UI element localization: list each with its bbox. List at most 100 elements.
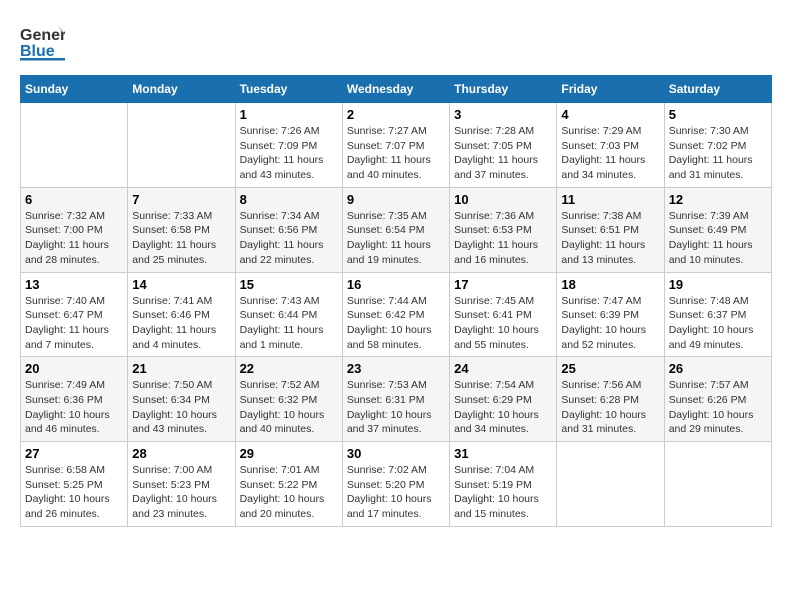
- day-number: 16: [347, 277, 445, 292]
- logo: General Blue: [20, 20, 65, 65]
- day-info: Sunrise: 7:35 AM Sunset: 6:54 PM Dayligh…: [347, 209, 445, 268]
- week-row-5: 27 Sunrise: 6:58 AM Sunset: 5:25 PM Dayli…: [21, 442, 772, 527]
- day-number: 6: [25, 192, 123, 207]
- day-number: 8: [240, 192, 338, 207]
- calendar-cell: 2 Sunrise: 7:27 AM Sunset: 7:07 PM Daylig…: [342, 103, 449, 188]
- calendar-cell: 25 Sunrise: 7:56 AM Sunset: 6:28 PM Dayli…: [557, 357, 664, 442]
- calendar-cell: 26 Sunrise: 7:57 AM Sunset: 6:26 PM Dayli…: [664, 357, 771, 442]
- day-info: Sunrise: 7:29 AM Sunset: 7:03 PM Dayligh…: [561, 124, 659, 183]
- day-number: 31: [454, 446, 552, 461]
- day-number: 23: [347, 361, 445, 376]
- day-info: Sunrise: 7:53 AM Sunset: 6:31 PM Dayligh…: [347, 378, 445, 437]
- day-info: Sunrise: 7:56 AM Sunset: 6:28 PM Dayligh…: [561, 378, 659, 437]
- day-number: 15: [240, 277, 338, 292]
- calendar-cell: 3 Sunrise: 7:28 AM Sunset: 7:05 PM Daylig…: [450, 103, 557, 188]
- day-info: Sunrise: 7:40 AM Sunset: 6:47 PM Dayligh…: [25, 294, 123, 353]
- calendar-cell: 29 Sunrise: 7:01 AM Sunset: 5:22 PM Dayli…: [235, 442, 342, 527]
- calendar-cell: 13 Sunrise: 7:40 AM Sunset: 6:47 PM Dayli…: [21, 272, 128, 357]
- day-info: Sunrise: 7:48 AM Sunset: 6:37 PM Dayligh…: [669, 294, 767, 353]
- weekday-header-friday: Friday: [557, 76, 664, 103]
- day-number: 29: [240, 446, 338, 461]
- calendar-cell: [21, 103, 128, 188]
- day-info: Sunrise: 7:01 AM Sunset: 5:22 PM Dayligh…: [240, 463, 338, 522]
- calendar-cell: 14 Sunrise: 7:41 AM Sunset: 6:46 PM Dayli…: [128, 272, 235, 357]
- page-header: General Blue: [20, 20, 772, 65]
- day-number: 30: [347, 446, 445, 461]
- calendar-cell: [128, 103, 235, 188]
- day-info: Sunrise: 7:32 AM Sunset: 7:00 PM Dayligh…: [25, 209, 123, 268]
- calendar-cell: 18 Sunrise: 7:47 AM Sunset: 6:39 PM Dayli…: [557, 272, 664, 357]
- day-number: 20: [25, 361, 123, 376]
- calendar-cell: 31 Sunrise: 7:04 AM Sunset: 5:19 PM Dayli…: [450, 442, 557, 527]
- calendar-cell: 12Sunrise: 7:39 AM Sunset: 6:49 PM Dayli…: [664, 187, 771, 272]
- calendar: SundayMondayTuesdayWednesdayThursdayFrid…: [20, 75, 772, 527]
- day-number: 12: [669, 192, 767, 207]
- day-number: 19: [669, 277, 767, 292]
- week-row-1: 1 Sunrise: 7:26 AM Sunset: 7:09 PM Daylig…: [21, 103, 772, 188]
- day-info: Sunrise: 7:27 AM Sunset: 7:07 PM Dayligh…: [347, 124, 445, 183]
- day-info: Sunrise: 7:47 AM Sunset: 6:39 PM Dayligh…: [561, 294, 659, 353]
- weekday-header-sunday: Sunday: [21, 76, 128, 103]
- day-info: Sunrise: 7:02 AM Sunset: 5:20 PM Dayligh…: [347, 463, 445, 522]
- day-info: Sunrise: 7:00 AM Sunset: 5:23 PM Dayligh…: [132, 463, 230, 522]
- day-number: 18: [561, 277, 659, 292]
- day-number: 26: [669, 361, 767, 376]
- day-info: Sunrise: 7:36 AM Sunset: 6:53 PM Dayligh…: [454, 209, 552, 268]
- day-info: Sunrise: 7:30 AM Sunset: 7:02 PM Dayligh…: [669, 124, 767, 183]
- day-number: 25: [561, 361, 659, 376]
- calendar-cell: 17Sunrise: 7:45 AM Sunset: 6:41 PM Dayli…: [450, 272, 557, 357]
- day-info: Sunrise: 7:49 AM Sunset: 6:36 PM Dayligh…: [25, 378, 123, 437]
- logo-icon: General Blue: [20, 20, 65, 65]
- day-number: 27: [25, 446, 123, 461]
- calendar-cell: 16 Sunrise: 7:44 AM Sunset: 6:42 PM Dayli…: [342, 272, 449, 357]
- calendar-cell: 24Sunrise: 7:54 AM Sunset: 6:29 PM Dayli…: [450, 357, 557, 442]
- day-info: Sunrise: 7:26 AM Sunset: 7:09 PM Dayligh…: [240, 124, 338, 183]
- calendar-cell: 28 Sunrise: 7:00 AM Sunset: 5:23 PM Dayli…: [128, 442, 235, 527]
- day-number: 7: [132, 192, 230, 207]
- weekday-header-tuesday: Tuesday: [235, 76, 342, 103]
- calendar-cell: [664, 442, 771, 527]
- day-number: 28: [132, 446, 230, 461]
- day-info: Sunrise: 7:28 AM Sunset: 7:05 PM Dayligh…: [454, 124, 552, 183]
- day-number: 14: [132, 277, 230, 292]
- day-info: Sunrise: 7:33 AM Sunset: 6:58 PM Dayligh…: [132, 209, 230, 268]
- day-number: 4: [561, 107, 659, 122]
- day-info: Sunrise: 7:38 AM Sunset: 6:51 PM Dayligh…: [561, 209, 659, 268]
- weekday-header-thursday: Thursday: [450, 76, 557, 103]
- day-number: 24: [454, 361, 552, 376]
- week-row-4: 20 Sunrise: 7:49 AM Sunset: 6:36 PM Dayli…: [21, 357, 772, 442]
- day-info: Sunrise: 7:57 AM Sunset: 6:26 PM Dayligh…: [669, 378, 767, 437]
- day-number: 1: [240, 107, 338, 122]
- day-number: 5: [669, 107, 767, 122]
- calendar-cell: 27 Sunrise: 6:58 AM Sunset: 5:25 PM Dayli…: [21, 442, 128, 527]
- day-info: Sunrise: 7:41 AM Sunset: 6:46 PM Dayligh…: [132, 294, 230, 353]
- weekday-header-row: SundayMondayTuesdayWednesdayThursdayFrid…: [21, 76, 772, 103]
- day-number: 22: [240, 361, 338, 376]
- day-info: Sunrise: 6:58 AM Sunset: 5:25 PM Dayligh…: [25, 463, 123, 522]
- calendar-cell: 20 Sunrise: 7:49 AM Sunset: 6:36 PM Dayli…: [21, 357, 128, 442]
- calendar-cell: 30 Sunrise: 7:02 AM Sunset: 5:20 PM Dayli…: [342, 442, 449, 527]
- calendar-cell: 7 Sunrise: 7:33 AM Sunset: 6:58 PM Daylig…: [128, 187, 235, 272]
- weekday-header-wednesday: Wednesday: [342, 76, 449, 103]
- day-info: Sunrise: 7:45 AM Sunset: 6:41 PM Dayligh…: [454, 294, 552, 353]
- week-row-3: 13 Sunrise: 7:40 AM Sunset: 6:47 PM Dayli…: [21, 272, 772, 357]
- day-number: 10: [454, 192, 552, 207]
- calendar-cell: 22 Sunrise: 7:52 AM Sunset: 6:32 PM Dayli…: [235, 357, 342, 442]
- svg-text:General: General: [20, 27, 65, 44]
- day-info: Sunrise: 7:04 AM Sunset: 5:19 PM Dayligh…: [454, 463, 552, 522]
- calendar-cell: 23 Sunrise: 7:53 AM Sunset: 6:31 PM Dayli…: [342, 357, 449, 442]
- day-number: 3: [454, 107, 552, 122]
- day-info: Sunrise: 7:44 AM Sunset: 6:42 PM Dayligh…: [347, 294, 445, 353]
- calendar-cell: 8 Sunrise: 7:34 AM Sunset: 6:56 PM Daylig…: [235, 187, 342, 272]
- day-info: Sunrise: 7:50 AM Sunset: 6:34 PM Dayligh…: [132, 378, 230, 437]
- week-row-2: 6 Sunrise: 7:32 AM Sunset: 7:00 PM Daylig…: [21, 187, 772, 272]
- day-number: 2: [347, 107, 445, 122]
- svg-text:Blue: Blue: [20, 43, 55, 60]
- day-info: Sunrise: 7:34 AM Sunset: 6:56 PM Dayligh…: [240, 209, 338, 268]
- day-number: 13: [25, 277, 123, 292]
- calendar-cell: 11Sunrise: 7:38 AM Sunset: 6:51 PM Dayli…: [557, 187, 664, 272]
- calendar-cell: 10 Sunrise: 7:36 AM Sunset: 6:53 PM Dayli…: [450, 187, 557, 272]
- calendar-cell: 19 Sunrise: 7:48 AM Sunset: 6:37 PM Dayli…: [664, 272, 771, 357]
- day-info: Sunrise: 7:52 AM Sunset: 6:32 PM Dayligh…: [240, 378, 338, 437]
- day-number: 9: [347, 192, 445, 207]
